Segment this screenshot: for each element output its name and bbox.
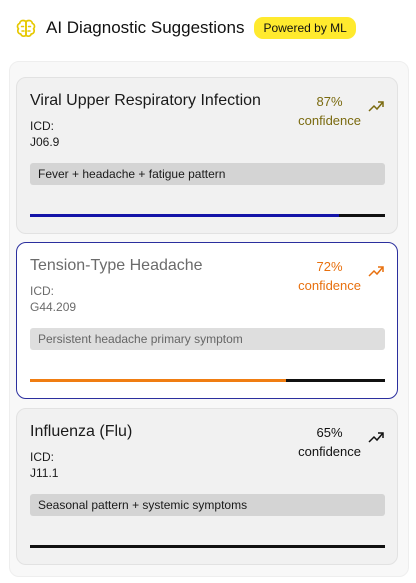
confidence-label: confidence (298, 444, 361, 459)
confidence-bar (30, 545, 385, 548)
confidence-label: confidence (298, 113, 361, 128)
confidence-value: 87% (316, 94, 343, 109)
diagnosis-name: Influenza (Flu) (30, 423, 133, 440)
diagnosis-name: Tension-Type Headache (30, 257, 203, 274)
header: AI Diagnostic Suggestions Powered by ML (14, 14, 356, 42)
trending-up-icon (368, 432, 384, 443)
confidence-bar-fill (30, 545, 261, 548)
confidence-score: 72% confidence (298, 257, 361, 295)
icd-code: J06.9 (30, 135, 60, 149)
icd-label: ICD: (30, 284, 54, 298)
confidence-value: 65% (316, 425, 343, 440)
suggestion-card[interactable]: Viral Upper Respiratory Infection ICD: J… (16, 77, 398, 234)
confidence-bar (30, 214, 385, 217)
confidence-score: 65% confidence (298, 423, 361, 461)
reasoning-text: Fever + headache + fatigue pattern (30, 163, 385, 185)
suggestion-card[interactable]: Tension-Type Headache ICD: G44.209 72% c… (16, 242, 398, 399)
confidence-bar-fill (30, 379, 286, 382)
diagnosis-name: Viral Upper Respiratory Infection (30, 92, 261, 109)
icd-label: ICD: (30, 450, 54, 464)
reasoning-text: Persistent headache primary symptom (30, 328, 385, 350)
confidence-label: confidence (298, 278, 361, 293)
reasoning-text: Seasonal pattern + systemic symptoms (30, 494, 385, 516)
confidence-score: 87% confidence (298, 92, 361, 130)
confidence-bar (30, 379, 385, 382)
confidence-bar-fill (30, 214, 339, 217)
powered-by-badge: Powered by ML (254, 17, 356, 39)
icd-code: G44.209 (30, 300, 77, 314)
confidence-value: 72% (316, 259, 343, 274)
page-title: AI Diagnostic Suggestions (46, 18, 245, 37)
suggestion-card[interactable]: Influenza (Flu) ICD: J11.1 65% confidenc… (16, 408, 398, 565)
icd-label: ICD: (30, 119, 54, 133)
trending-up-icon (368, 266, 384, 277)
brain-icon (16, 19, 36, 38)
icd-code: J11.1 (30, 466, 59, 480)
trending-up-icon (368, 101, 384, 112)
